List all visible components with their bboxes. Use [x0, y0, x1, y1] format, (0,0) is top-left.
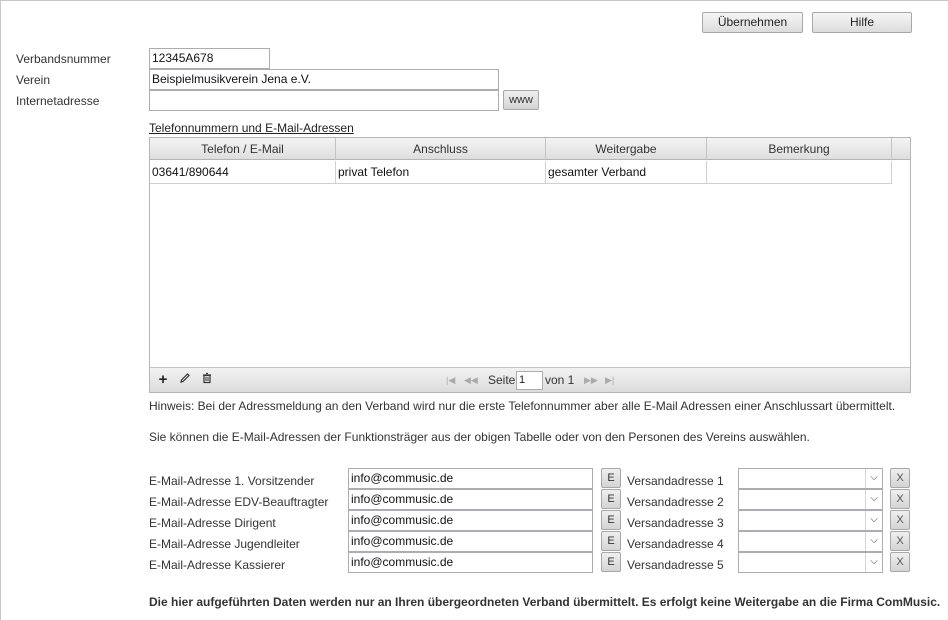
- chevron-down-icon[interactable]: ⌵: [865, 553, 882, 572]
- clear-button[interactable]: X: [890, 489, 910, 509]
- email-field[interactable]: info@commusic.de: [348, 531, 593, 552]
- last-page-icon[interactable]: ▶|: [605, 368, 614, 393]
- email-role-label: E-Mail-Adresse Dirigent: [149, 516, 276, 530]
- verbandsnummer-label: Verbandsnummer: [16, 52, 111, 66]
- column-header[interactable]: Anschluss: [336, 138, 546, 160]
- versand-label: Versandadresse 1: [627, 474, 724, 488]
- help-button[interactable]: Hilfe: [812, 12, 912, 33]
- table-header: Telefon / E-Mail Anschluss Weitergabe Be…: [150, 138, 910, 160]
- verein-field[interactable]: Beispielmusikverein Jena e.V.: [149, 69, 499, 90]
- page-input[interactable]: 1: [516, 371, 543, 390]
- email-field[interactable]: info@commusic.de: [348, 510, 593, 531]
- page-total: von 1: [545, 373, 575, 387]
- email-field[interactable]: info@commusic.de: [348, 489, 593, 510]
- email-edit-button[interactable]: E: [601, 552, 621, 572]
- chevron-down-icon[interactable]: ⌵: [865, 511, 882, 530]
- column-header[interactable]: Telefon / E-Mail: [150, 138, 336, 160]
- table-cell: gesamter Verband: [546, 161, 707, 184]
- email-edit-button[interactable]: E: [601, 531, 621, 551]
- table-cell: privat Telefon: [336, 161, 546, 184]
- versand-select[interactable]: ⌵: [738, 531, 883, 552]
- edit-icon[interactable]: [177, 372, 193, 388]
- clear-button[interactable]: X: [890, 531, 910, 551]
- chevron-down-icon[interactable]: ⌵: [865, 469, 882, 488]
- versand-select[interactable]: ⌵: [738, 510, 883, 531]
- apply-button[interactable]: Übernehmen: [702, 12, 803, 33]
- email-edit-button[interactable]: E: [601, 468, 621, 488]
- prev-page-icon[interactable]: ◀◀: [464, 368, 478, 393]
- email-role-label: E-Mail-Adresse EDV-Beauftragter: [149, 495, 329, 509]
- table-cell: [707, 161, 892, 184]
- verbandsnummer-field[interactable]: 12345A678: [149, 48, 270, 69]
- add-icon[interactable]: +: [155, 372, 171, 388]
- internetadresse-field[interactable]: [149, 90, 499, 111]
- column-header[interactable]: Weitergabe: [546, 138, 707, 160]
- select-hint-text: Sie können die E-Mail-Adressen der Funkt…: [149, 430, 810, 444]
- versand-label: Versandadresse 5: [627, 558, 724, 572]
- email-edit-button[interactable]: E: [601, 510, 621, 530]
- phones-table: Telefon / E-Mail Anschluss Weitergabe Be…: [149, 137, 911, 393]
- chevron-down-icon[interactable]: ⌵: [865, 490, 882, 509]
- clear-button[interactable]: X: [890, 552, 910, 572]
- chevron-down-icon[interactable]: ⌵: [865, 532, 882, 551]
- internetadresse-label: Internetadresse: [16, 94, 100, 108]
- versand-label: Versandadresse 3: [627, 516, 724, 530]
- table-toolbar: + |◀ ◀◀ Seite 1 von 1 ▶▶ ▶|: [150, 367, 910, 392]
- email-role-label: E-Mail-Adresse Kassierer: [149, 558, 286, 572]
- phones-section-title: Telefonnummern und E-Mail-Adressen: [149, 121, 354, 135]
- verein-label: Verein: [16, 73, 51, 87]
- table-row[interactable]: 03641/890644 privat Telefon gesamter Ver…: [150, 161, 892, 184]
- email-field[interactable]: info@commusic.de: [348, 552, 593, 573]
- versand-label: Versandadresse 4: [627, 537, 724, 551]
- email-edit-button[interactable]: E: [601, 489, 621, 509]
- column-header[interactable]: Bemerkung: [707, 138, 892, 160]
- email-field[interactable]: info@commusic.de: [348, 468, 593, 489]
- next-page-icon[interactable]: ▶▶: [584, 368, 598, 393]
- clear-button[interactable]: X: [890, 510, 910, 530]
- versand-label: Versandadresse 2: [627, 495, 724, 509]
- versand-select[interactable]: ⌵: [738, 489, 883, 510]
- email-role-label: E-Mail-Adresse 1. Vorsitzender: [149, 474, 315, 488]
- www-button[interactable]: www: [503, 90, 539, 110]
- page-label: Seite: [488, 373, 516, 387]
- footer-note: Die hier aufgeführten Daten werden nur a…: [149, 595, 941, 609]
- table-cell: 03641/890644: [150, 161, 336, 184]
- versand-select[interactable]: ⌵: [738, 468, 883, 489]
- versand-select[interactable]: ⌵: [738, 552, 883, 573]
- delete-icon[interactable]: [199, 372, 215, 388]
- clear-button[interactable]: X: [890, 468, 910, 488]
- hint-text: Hinweis: Bei der Adressmeldung an den Ve…: [149, 399, 896, 413]
- first-page-icon[interactable]: |◀: [446, 368, 455, 393]
- email-role-label: E-Mail-Adresse Jugendleiter: [149, 537, 300, 551]
